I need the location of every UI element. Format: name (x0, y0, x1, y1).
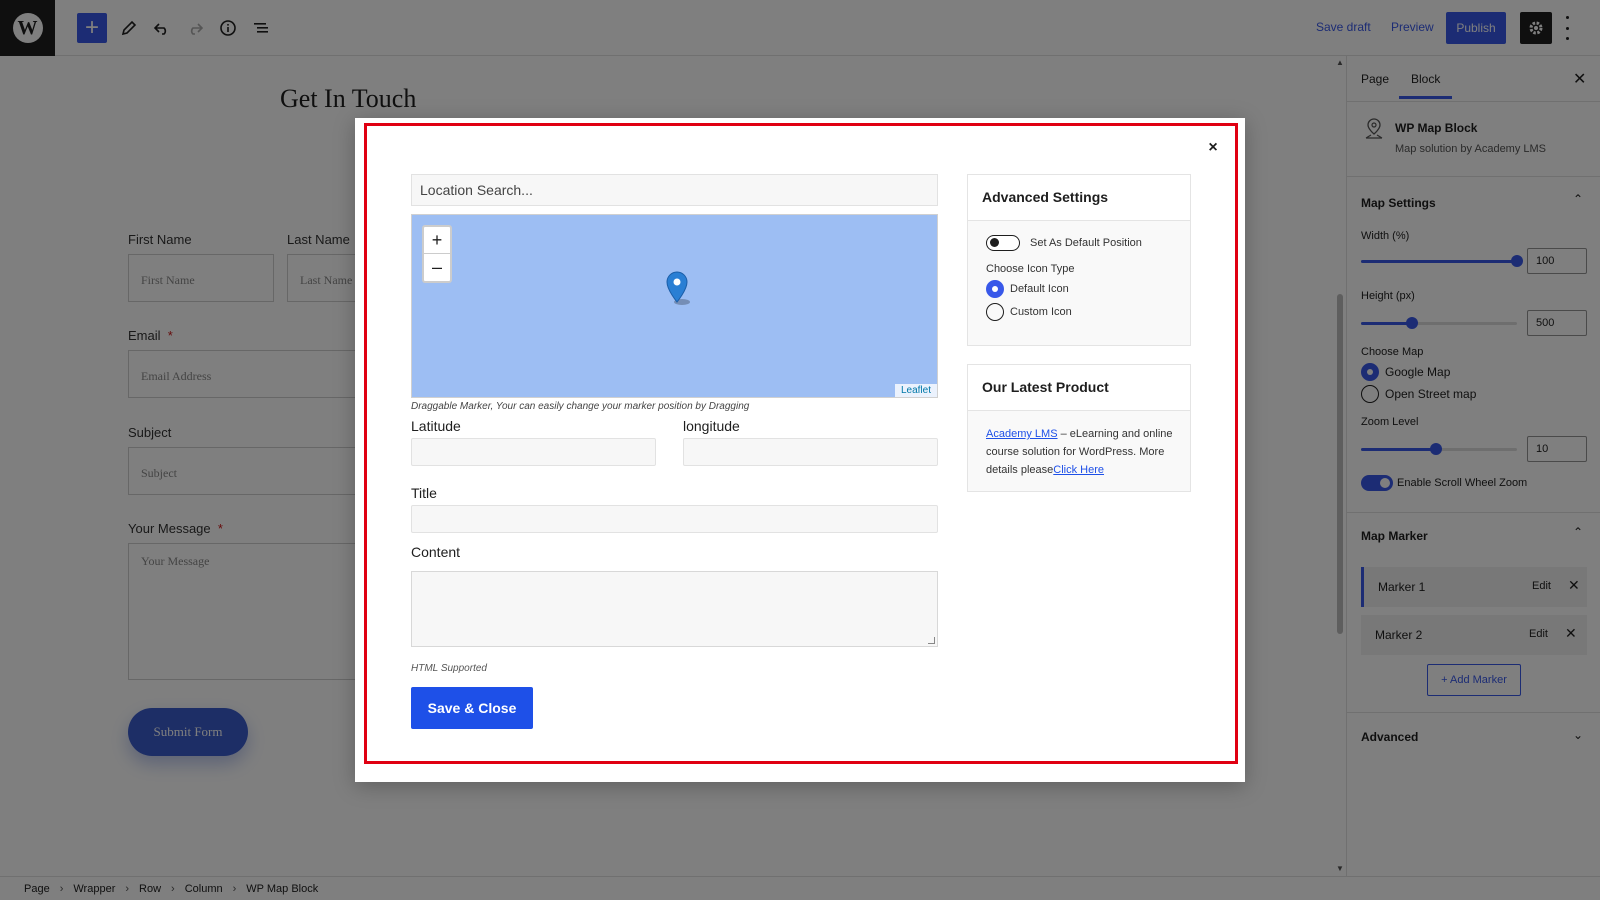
close-icon[interactable]: × (1203, 138, 1223, 158)
latitude-input[interactable] (411, 438, 656, 466)
icon-type-label: Choose Icon Type (986, 263, 1075, 275)
longitude-input[interactable] (683, 438, 938, 466)
marker-edit-modal: × Location Search... + – Leaflet Draggab… (355, 118, 1245, 782)
title-label: Title (411, 485, 437, 501)
default-icon-option[interactable]: Default Icon (986, 280, 1069, 298)
click-here-link[interactable]: Click Here (1053, 464, 1104, 476)
location-search-input[interactable]: Location Search... (411, 174, 938, 206)
default-icon-label: Default Icon (1010, 283, 1069, 295)
map-zoom-control: + – (422, 225, 452, 283)
map-marker-icon[interactable] (665, 270, 697, 310)
academy-lms-link[interactable]: Academy LMS (986, 428, 1058, 440)
title-input[interactable] (411, 505, 938, 533)
save-close-button[interactable]: Save & Close (411, 687, 533, 729)
content-textarea[interactable] (411, 571, 938, 647)
custom-icon-option[interactable]: Custom Icon (986, 303, 1072, 321)
radio-unchecked-icon[interactable] (986, 303, 1004, 321)
custom-icon-label: Custom Icon (1010, 306, 1072, 318)
map-preview[interactable]: + – Leaflet (411, 214, 938, 398)
default-position-row[interactable]: Set As Default Position (986, 235, 1142, 251)
advanced-settings-heading: Advanced Settings (968, 175, 1190, 221)
latest-product-heading: Our Latest Product (968, 365, 1190, 411)
map-hint-text: Draggable Marker, Your can easily change… (411, 401, 750, 412)
radio-checked-icon[interactable] (986, 280, 1004, 298)
default-position-label: Set As Default Position (1030, 237, 1142, 249)
latest-product-text: Academy LMS – eLearning and online cours… (986, 425, 1186, 479)
zoom-in-button[interactable]: + (424, 227, 450, 254)
html-supported-note: HTML Supported (411, 663, 487, 674)
zoom-out-button[interactable]: – (424, 254, 450, 281)
leaflet-attribution-link[interactable]: Leaflet (894, 384, 937, 397)
content-label: Content (411, 544, 461, 560)
latest-product-card: Our Latest Product Academy LMS – eLearni… (967, 364, 1191, 492)
advanced-settings-card: Advanced Settings Set As Default Positio… (967, 174, 1191, 346)
longitude-label: longitude (683, 418, 740, 434)
latitude-label: Latitude (411, 418, 461, 434)
default-position-toggle[interactable] (986, 235, 1020, 251)
